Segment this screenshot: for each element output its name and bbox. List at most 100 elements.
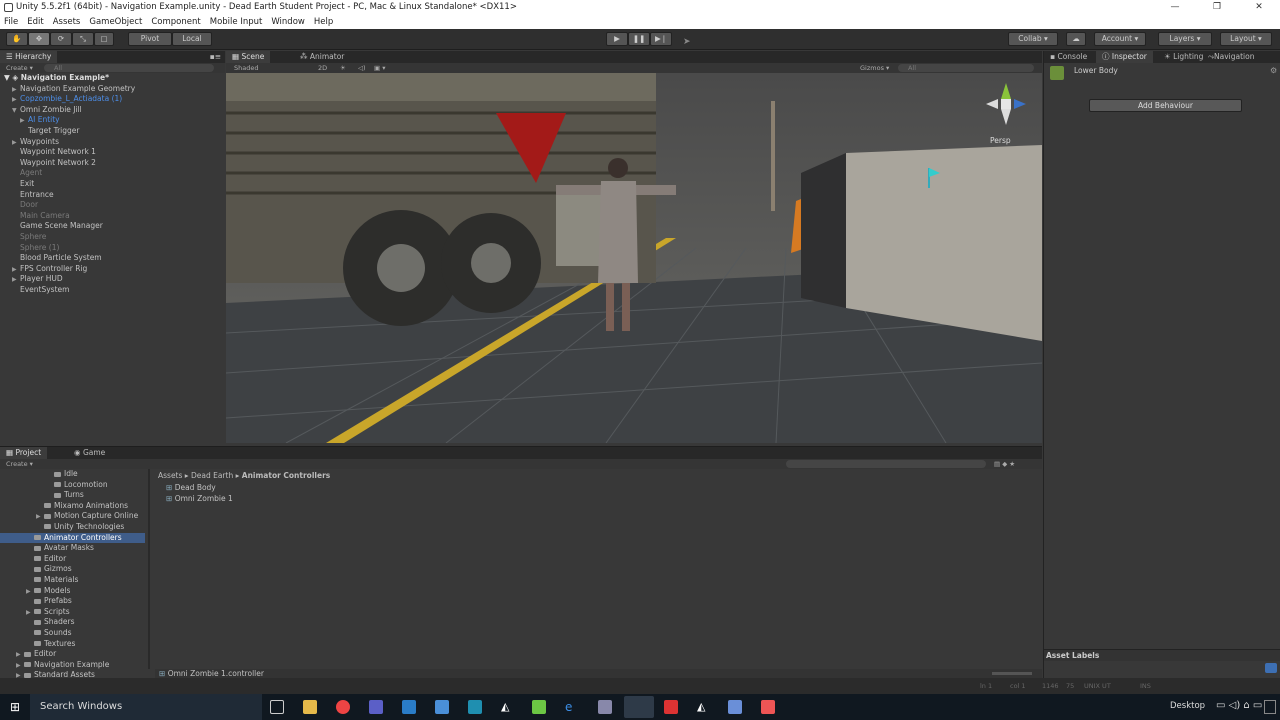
hierarchy-item[interactable]: ▶ Waypoints [0,137,225,148]
breadcrumb-dead-earth[interactable]: Dead Earth [191,471,233,480]
app-icon-3[interactable] [598,700,612,714]
tab-hierarchy[interactable]: ☰ Hierarchy [0,51,58,63]
app-icon-6[interactable] [761,700,775,714]
rotate-tool-icon[interactable]: ⟳ [50,32,72,46]
project-folder-item[interactable]: ▶ Models [0,586,145,597]
menu-edit[interactable]: Edit [27,15,43,29]
hand-tool-icon[interactable]: ✋ [6,32,28,46]
breadcrumb-animator-controllers[interactable]: Animator Controllers [242,471,330,480]
hierarchy-create-button[interactable]: Create ▾ [6,64,33,72]
hierarchy-item[interactable]: Sphere (1) [0,243,225,254]
tab-navigation[interactable]: ⤳Navigation [1202,51,1260,63]
menu-window[interactable]: Window [271,15,305,29]
hierarchy-item[interactable]: Main Camera [0,211,225,222]
account-dropdown[interactable]: Account ▾ [1094,32,1146,46]
lighting-toggle-icon[interactable]: ☀ [340,63,346,73]
project-folder-item[interactable]: Mixamo Animations [0,501,145,512]
tab-game[interactable]: ◉ Game [68,447,111,459]
hierarchy-item[interactable]: Target Trigger [0,126,225,137]
layers-dropdown[interactable]: Layers ▾ [1158,32,1212,46]
system-tray-icons[interactable]: ▭ ◁) ⌂ ▭ [1216,700,1262,711]
maximize-button[interactable]: ❐ [1196,0,1238,15]
project-create-button[interactable]: Create ▾ [6,460,33,468]
unity-active-task[interactable] [624,696,654,718]
menu-assets[interactable]: Assets [53,15,81,29]
icon-size-slider[interactable] [992,672,1032,675]
expand-arrow-icon[interactable]: ▼ [12,106,20,117]
audition-icon[interactable] [468,700,482,714]
hierarchy-item[interactable]: EventSystem [0,285,225,296]
project-folder-item[interactable]: Sounds [0,628,145,639]
project-folder-item[interactable]: Turns [0,490,145,501]
close-button[interactable]: ✕ [1238,0,1280,15]
hierarchy-item[interactable]: ▶ Player HUD [0,274,225,285]
project-folder-item[interactable]: Prefabs [0,596,145,607]
filter-icons[interactable]: ▤ ◆ ★ [994,459,1015,469]
file-explorer-icon[interactable] [303,700,317,714]
taskbar-search-input[interactable]: Search Windows [30,694,262,720]
app-icon-5[interactable] [728,700,742,714]
hierarchy-item[interactable]: Entrance [0,190,225,201]
tab-console[interactable]: ▪ Console [1044,51,1093,63]
unity-taskbar-icon-2[interactable]: ◭ [697,700,711,714]
project-folder-item[interactable]: Gizmos [0,564,145,575]
hierarchy-item[interactable]: Door [0,200,225,211]
app-icon-4[interactable] [664,700,678,714]
hierarchy-item[interactable]: ▶ AI Entity [0,115,225,126]
label-tag-icon[interactable] [1265,663,1277,673]
chrome-icon[interactable] [336,700,350,714]
breadcrumb-assets[interactable]: Assets [158,471,182,480]
hierarchy-search-input[interactable]: All [44,64,214,72]
tab-animator[interactable]: ⁂ Animator [294,51,350,63]
hierarchy-item[interactable]: ▶ Navigation Example Geometry [0,84,225,95]
scene-viewport[interactable]: Persp [226,73,1042,443]
collab-dropdown[interactable]: Collab ▾ [1008,32,1058,46]
menu-file[interactable]: File [4,15,18,29]
project-folder-item[interactable]: Editor [0,554,145,565]
audio-toggle-icon[interactable]: ◁) [358,63,366,73]
notification-icon[interactable] [1264,700,1276,714]
project-folder-item[interactable]: Avatar Masks [0,543,145,554]
asset-item-omni-zombie[interactable]: ⊞ Omni Zombie 1 [166,494,233,505]
local-toggle[interactable]: Local [172,32,212,46]
project-search-input[interactable] [786,460,986,468]
hierarchy-item[interactable]: ▼ Omni Zombie Jill [0,105,225,116]
project-folder-item[interactable]: Unity Technologies [0,522,145,533]
unity-taskbar-icon[interactable]: ◭ [501,700,515,714]
hierarchy-item[interactable]: ▶ FPS Controller Rig [0,264,225,275]
scene-search-input[interactable]: All [898,64,1034,72]
project-folder-item[interactable]: Textures [0,639,145,650]
add-behaviour-button[interactable]: Add Behaviour [1089,99,1242,112]
cloud-icon[interactable]: ☁ [1066,32,1086,46]
rect-tool-icon[interactable]: ▢ [94,32,114,46]
project-folder-item[interactable]: ▶ Motion Capture Online [0,511,145,522]
hierarchy-item[interactable]: Game Scene Manager [0,221,225,232]
mode-2d-toggle[interactable]: 2D [318,63,327,73]
gizmos-dropdown[interactable]: Gizmos ▾ [860,63,889,73]
project-folder-item[interactable]: ▶ Editor [0,649,145,660]
asset-item-dead-body[interactable]: ⊞ Dead Body [166,483,233,494]
project-folder-item[interactable]: Animator Controllers [0,532,145,544]
minimize-button[interactable]: — [1154,0,1196,15]
project-folder-item[interactable]: Locomotion [0,480,145,491]
hierarchy-item[interactable]: Waypoint Network 1 [0,147,225,158]
menu-component[interactable]: Component [151,15,200,29]
pivot-toggle[interactable]: Pivot [128,32,172,46]
play-button[interactable]: ▶ [606,32,628,46]
tab-project[interactable]: ▦ Project [0,447,48,459]
project-folder-item[interactable]: Materials [0,575,145,586]
project-folder-item[interactable]: Shaders [0,617,145,628]
project-folder-item[interactable]: ▶ Navigation Example [0,660,145,671]
project-folder-item[interactable]: Idle [0,469,145,480]
persp-label[interactable]: Persp [990,136,1011,145]
app-icon-2[interactable] [532,700,546,714]
app-icon-1[interactable] [435,700,449,714]
shading-mode-dropdown[interactable]: Shaded [234,64,258,72]
scale-tool-icon[interactable]: ⤡ [72,32,94,46]
menu-help[interactable]: Help [314,15,333,29]
windows-start-icon[interactable]: ⊞ [10,701,22,713]
settings-gear-icon[interactable]: ⚙ [1270,66,1277,75]
menu-gameobject[interactable]: GameObject [89,15,142,29]
effects-toggle-icon[interactable]: ▣ ▾ [374,63,385,73]
hierarchy-item[interactable]: Exit [0,179,225,190]
